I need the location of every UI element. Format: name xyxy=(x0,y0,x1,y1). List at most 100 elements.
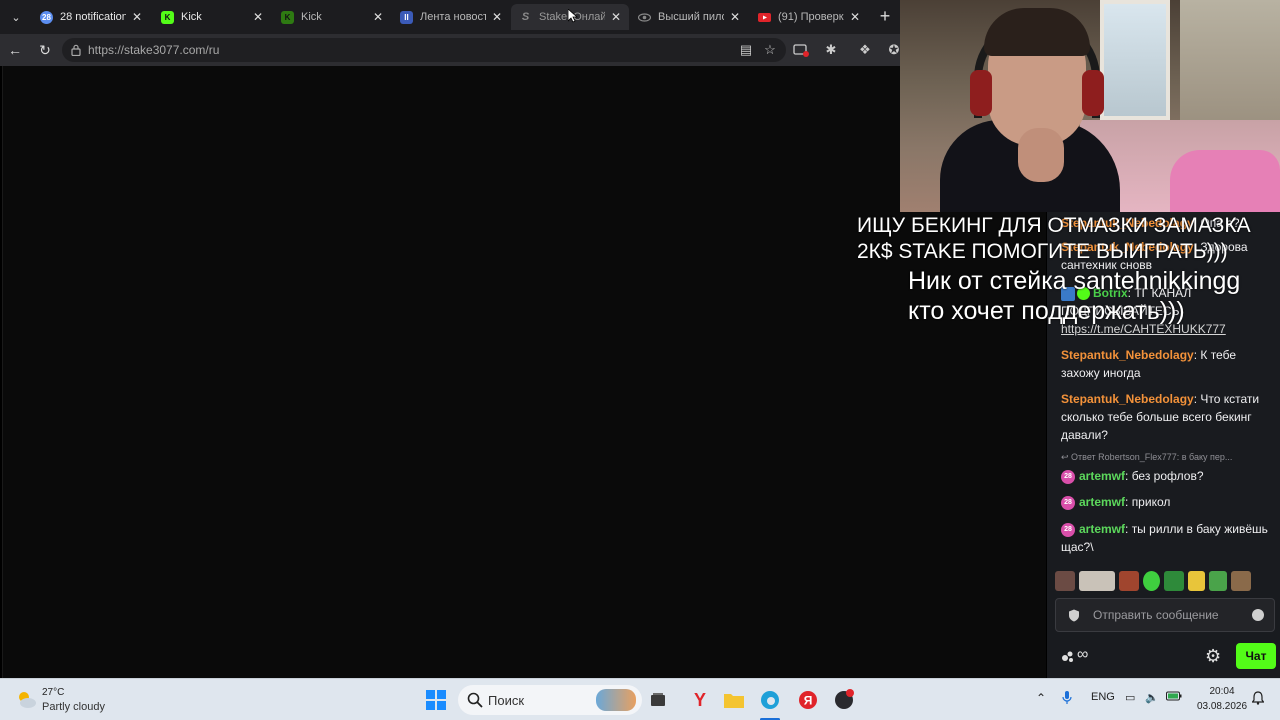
chat-username[interactable]: Stepantuk_Nebedolagy xyxy=(1061,392,1194,406)
partly-cloudy-icon[interactable] xyxy=(14,688,38,712)
emote-plate-icon[interactable] xyxy=(1079,571,1115,591)
close-icon[interactable]: ✕ xyxy=(728,10,742,24)
chat-message: 28 artemwf: ты рилли в баку живёшь щас?\ xyxy=(1061,522,1268,554)
chat-username[interactable]: artemwf xyxy=(1079,495,1125,509)
new-tab-plus-icon[interactable]: + xyxy=(875,6,895,28)
emote-monkey-icon[interactable] xyxy=(1119,571,1139,591)
lock-icon xyxy=(71,44,81,56)
file-explorer-icon[interactable] xyxy=(722,688,746,712)
notification-bell-icon[interactable] xyxy=(1251,691,1265,708)
browser-toolbar: ← ↻ https://stake3077.com/ru ▤ ☆ ✱ ❖ ✪ xyxy=(0,34,900,66)
tab-kick-1[interactable]: K Kick ✕ xyxy=(153,4,271,30)
emote-green-smile-icon[interactable] xyxy=(1143,571,1160,591)
yandex-icon[interactable]: Я xyxy=(796,688,820,712)
chat-username[interactable]: artemwf xyxy=(1079,522,1125,536)
chat-input-placeholder: Отправить сообщение xyxy=(1093,608,1219,622)
chat-message: 28 artemwf: прикол xyxy=(1061,493,1275,511)
webcam-feed xyxy=(900,0,1280,212)
url-text: https://stake3077.com/ru xyxy=(88,43,220,57)
stake-logo-icon: S xyxy=(521,11,530,23)
webcam-headset-ear-right xyxy=(1082,70,1104,116)
subscriber-badge-icon: 28 xyxy=(1061,495,1075,510)
youtube-icon xyxy=(758,11,771,24)
stream-overlay-line-1: ИЩУ БЕКИНГ ДЛЯ ОТМАЗКИ ЗАМАЗКА xyxy=(857,214,1251,237)
windows-taskbar: 27°C Partly cloudy Поиск Y Я ⌃ ENG ▭ 🔈 2… xyxy=(0,678,1280,720)
emote-viking-icon[interactable] xyxy=(1231,571,1251,591)
chat-message: Stepantuk_Nebedolagy: К тебе захожу иног… xyxy=(1061,348,1237,380)
reply-text: Ответ Robertson_Flex777: в баку пер... xyxy=(1071,452,1233,462)
obs-recorder-icon[interactable] xyxy=(832,688,856,712)
reply-arrow-icon: ↩ xyxy=(1061,452,1072,462)
emoji-picker-icon[interactable] xyxy=(1252,609,1264,621)
chat-message-input[interactable]: Отправить сообщение xyxy=(1055,598,1275,632)
stream-overlay-line-3: Ник от стейка santehnikkingg xyxy=(908,267,1241,295)
subscriber-badge-icon: 28 xyxy=(1061,469,1075,484)
volume-icon[interactable]: 🔈 xyxy=(1145,691,1159,704)
emote-frog-icon[interactable] xyxy=(1164,571,1184,591)
favorite-star-icon[interactable]: ☆ xyxy=(760,40,780,60)
address-bar[interactable]: https://stake3077.com/ru xyxy=(62,38,786,62)
webcam-window xyxy=(1100,0,1170,120)
tab-kick-2[interactable]: K Kick ✕ xyxy=(273,4,391,30)
tab-notifications[interactable]: 28 28 notifications ✕ xyxy=(32,4,150,30)
close-icon[interactable]: ✕ xyxy=(490,10,504,24)
tab-news-feed[interactable]: II Лента новостей ✕ xyxy=(392,4,510,30)
extensions-puzzle-icon[interactable]: ✱ xyxy=(821,40,841,60)
tray-overflow-chevron-icon[interactable]: ⌃ xyxy=(1036,691,1046,705)
weather-condition[interactable]: Partly cloudy xyxy=(42,701,105,713)
chat-footer: ∞ ⚙ Чат xyxy=(1047,640,1280,678)
language-indicator[interactable]: ENG xyxy=(1091,691,1115,703)
chat-text: прикол xyxy=(1131,495,1171,509)
webcam-person-hand xyxy=(1018,128,1064,182)
search-placeholder: Поиск xyxy=(488,692,525,708)
kick-logo-icon: K xyxy=(281,10,294,24)
yandex-browser-icon[interactable]: Y xyxy=(688,688,712,712)
kick-logo-icon: K xyxy=(161,10,174,24)
webcam-person-hair xyxy=(984,8,1090,56)
microphone-icon[interactable] xyxy=(1062,691,1072,708)
close-icon[interactable]: ✕ xyxy=(371,10,385,24)
taskbar-search[interactable]: Поиск xyxy=(458,685,642,715)
chat-username[interactable]: artemwf xyxy=(1079,469,1125,483)
browser-tab-bar: ⌄ 28 28 notifications ✕ K Kick ✕ K Kick … xyxy=(0,0,900,34)
reader-view-icon[interactable]: ▤ xyxy=(736,40,756,60)
gear-icon[interactable]: ⚙ xyxy=(1205,646,1221,667)
tab-aerobatics[interactable]: Высший пилотаж ✕ xyxy=(630,4,748,30)
tab-title: Kick xyxy=(181,11,202,23)
task-view-icon[interactable] xyxy=(646,688,670,712)
battery-icon[interactable] xyxy=(1166,691,1182,704)
emote-yellow-icon[interactable] xyxy=(1188,571,1205,591)
back-arrow-icon[interactable]: ← xyxy=(4,39,26,61)
infinity-icon: ∞ xyxy=(1077,646,1089,663)
tab-youtube[interactable]: (91) Проверка ✕ xyxy=(750,4,868,30)
subscriber-badge-icon: 28 xyxy=(1061,522,1075,537)
close-icon[interactable]: ✕ xyxy=(609,10,623,24)
close-icon[interactable]: ✕ xyxy=(130,10,144,24)
emote-pepe-icon[interactable] xyxy=(1209,571,1227,591)
screen-cast-icon[interactable] xyxy=(791,40,811,60)
search-icon xyxy=(467,692,483,708)
tab-title: (91) Проверка xyxy=(778,11,844,23)
notifications-badge-icon: 28 xyxy=(40,10,53,24)
network-icon[interactable]: ▭ xyxy=(1125,691,1135,704)
points-icon[interactable] xyxy=(1061,649,1075,663)
send-chat-button[interactable]: Чат xyxy=(1236,643,1276,669)
system-clock[interactable]: 20:04 03.08.2026 xyxy=(1196,684,1248,714)
chat-message: 28 artemwf: без рофлов? xyxy=(1061,467,1275,485)
chat-reply-reference[interactable]: ↩ Ответ Robertson_Flex777: в баку пер... xyxy=(1061,452,1275,463)
windows-start-icon[interactable] xyxy=(424,688,448,712)
page-viewport[interactable] xyxy=(2,66,1046,678)
close-icon[interactable]: ✕ xyxy=(848,10,862,24)
chat-username[interactable]: Stepantuk_Nebedolagy xyxy=(1061,348,1194,362)
reload-icon[interactable]: ↻ xyxy=(34,39,56,61)
tab-actions-chevron-icon[interactable]: ⌄ xyxy=(4,5,28,29)
edge-browser-icon[interactable] xyxy=(758,688,782,712)
shield-icon xyxy=(1069,609,1079,622)
tab-title: Лента новостей xyxy=(420,11,486,23)
collections-icon[interactable]: ❖ xyxy=(855,40,875,60)
weather-temperature[interactable]: 27°C xyxy=(42,687,64,698)
emote-face-icon[interactable] xyxy=(1055,571,1075,591)
webcam-wall xyxy=(1180,0,1280,130)
close-icon[interactable]: ✕ xyxy=(251,10,265,24)
eye-icon xyxy=(638,11,651,24)
